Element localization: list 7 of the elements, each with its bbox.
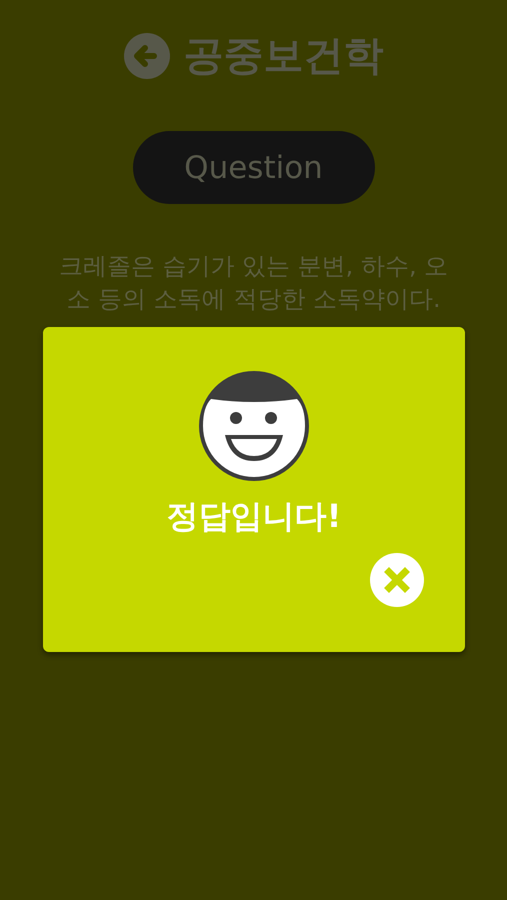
back-icon[interactable] bbox=[124, 32, 170, 78]
page-title: 공중보건학 bbox=[184, 32, 384, 81]
question-text: 크레졸은 습기가 있는 분변, 하수, 오 소 등의 소독에 적당한 소독약이다. bbox=[58, 251, 450, 315]
close-button[interactable] bbox=[370, 553, 424, 607]
result-message: 정답입니다! bbox=[166, 496, 342, 537]
question-button[interactable]: Question bbox=[132, 131, 374, 204]
smiley-icon bbox=[197, 369, 311, 483]
